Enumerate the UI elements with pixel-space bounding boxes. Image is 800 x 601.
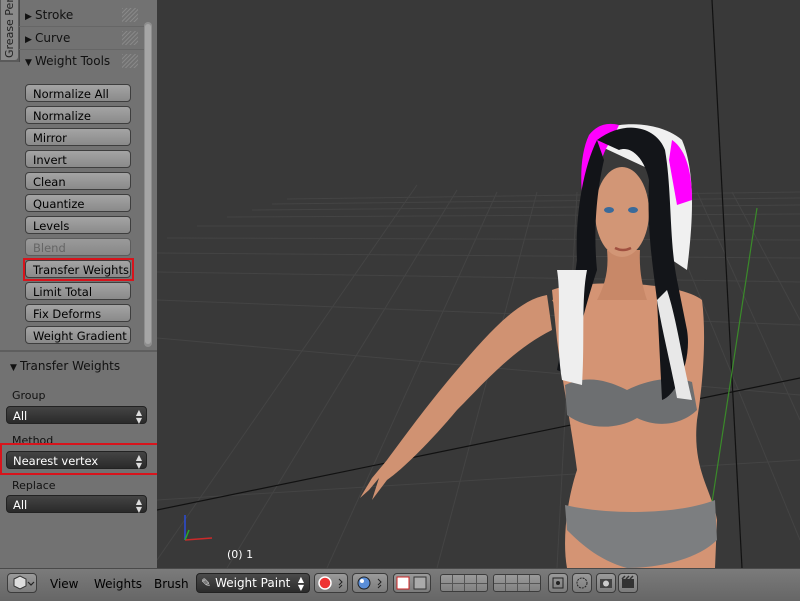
panel-weight-tools-label: Weight Tools — [35, 54, 111, 68]
group-select[interactable]: All ▲ ▼ — [6, 406, 147, 425]
frame-info: (0) 1 — [227, 548, 254, 561]
menu-weights[interactable]: Weights — [94, 577, 142, 591]
snap-icon — [576, 577, 588, 589]
tool-shelf: Grease Pen ▶ Stroke ▶ Curve ▼ Weight Tools … — [0, 0, 174, 568]
drag-grip-icon[interactable] — [122, 31, 138, 45]
fix-deforms-button[interactable]: Fix Deforms — [25, 304, 131, 322]
render-icon — [621, 575, 634, 588]
editor-type-button[interactable] — [7, 573, 37, 593]
snap-button[interactable] — [572, 573, 592, 593]
updown-arrows-icon: ▲ ▼ — [135, 408, 142, 425]
operator-panel-header[interactable]: ▼ Transfer Weights — [0, 355, 157, 377]
limit-total-button[interactable]: Limit Total — [25, 282, 131, 300]
selection-mask-buttons[interactable] — [393, 573, 431, 593]
quantize-button[interactable]: Quantize — [25, 194, 131, 212]
scrollbar-thumb[interactable] — [145, 24, 151, 344]
tool-panels: ▶ Stroke ▶ Curve ▼ Weight Tools Normalize A… — [19, 0, 144, 350]
group-label: Group — [12, 389, 46, 402]
panel-header-weight-tools[interactable]: ▼ Weight Tools — [19, 50, 144, 72]
weight-paint-brush-icon: ✎ — [201, 576, 212, 590]
panel-header-curve[interactable]: ▶ Curve — [19, 27, 144, 50]
operator-panel-title: Transfer Weights — [20, 359, 121, 373]
face-select-icon — [396, 576, 427, 590]
replace-label: Replace — [12, 479, 56, 492]
mode-select-value: Weight Paint — [215, 576, 291, 590]
tool-shelf-scrollbar[interactable] — [144, 22, 152, 347]
camera-icon — [600, 579, 612, 588]
3d-viewport[interactable]: (0) 1 — [157, 0, 800, 568]
updown-arrows-icon: ▲ ▼ — [297, 575, 304, 592]
normalize-all-button[interactable]: Normalize All — [25, 84, 131, 102]
render-opengl-button[interactable] — [596, 573, 616, 593]
panel-stroke-label: Stroke — [35, 8, 74, 22]
replace-select[interactable]: All ▲ ▼ — [6, 495, 147, 514]
method-highlight — [0, 443, 174, 475]
menu-view[interactable]: View — [50, 577, 78, 591]
axis-gizmo — [184, 515, 213, 541]
expanded-triangle-icon: ▼ — [25, 58, 32, 68]
viewport-shading-button[interactable] — [352, 573, 388, 593]
operator-panel-divider[interactable] — [0, 350, 157, 352]
invert-button[interactable]: Invert — [25, 150, 131, 168]
shading-sphere-icon — [357, 576, 382, 590]
tool-tab-strip: Grease Pen — [0, 0, 20, 62]
blend-button[interactable]: Blend — [25, 238, 131, 256]
lock-camera-button[interactable] — [548, 573, 568, 593]
drag-grip-icon[interactable] — [122, 8, 138, 22]
vertical-guide-line — [711, 0, 743, 568]
weight-gradient-button[interactable]: Weight Gradient — [25, 326, 131, 344]
mode-select[interactable]: ✎ Weight Paint ▲ ▼ — [196, 573, 310, 593]
collapsed-triangle-icon: ▶ — [25, 12, 32, 22]
collapsed-triangle-icon: ▶ — [25, 35, 32, 45]
tab-grease-pencil-label: Grease Pen — [3, 0, 16, 58]
replace-select-value: All — [13, 498, 28, 512]
transfer-weights-highlight — [23, 258, 134, 281]
updown-arrows-icon: ▲ ▼ — [135, 497, 142, 514]
panel-curve-label: Curve — [35, 31, 71, 45]
expanded-triangle-icon: ▼ — [10, 363, 17, 373]
vertex-select-icon — [552, 577, 564, 589]
levels-button[interactable]: Levels — [25, 216, 131, 234]
clean-button[interactable]: Clean — [25, 172, 131, 190]
menu-brush[interactable]: Brush — [154, 577, 189, 591]
viewport-header: View Weights Brush ✎ Weight Paint ▲ ▼ — [0, 568, 800, 601]
group-select-value: All — [13, 409, 28, 423]
render-animation-button[interactable] — [618, 573, 638, 593]
brush-select-button[interactable] — [314, 573, 348, 593]
layer-grid-1[interactable] — [440, 574, 488, 592]
normalize-button[interactable]: Normalize — [25, 106, 131, 124]
layer-grid-2[interactable] — [493, 574, 541, 592]
drag-grip-icon[interactable] — [122, 54, 138, 68]
tab-grease-pencil[interactable]: Grease Pen — [1, 0, 18, 60]
mirror-button[interactable]: Mirror — [25, 128, 131, 146]
brush-icon — [318, 576, 343, 590]
viewport-scene — [157, 0, 800, 568]
editor-type-cube-icon — [13, 575, 35, 590]
panel-header-stroke[interactable]: ▶ Stroke — [19, 4, 144, 27]
